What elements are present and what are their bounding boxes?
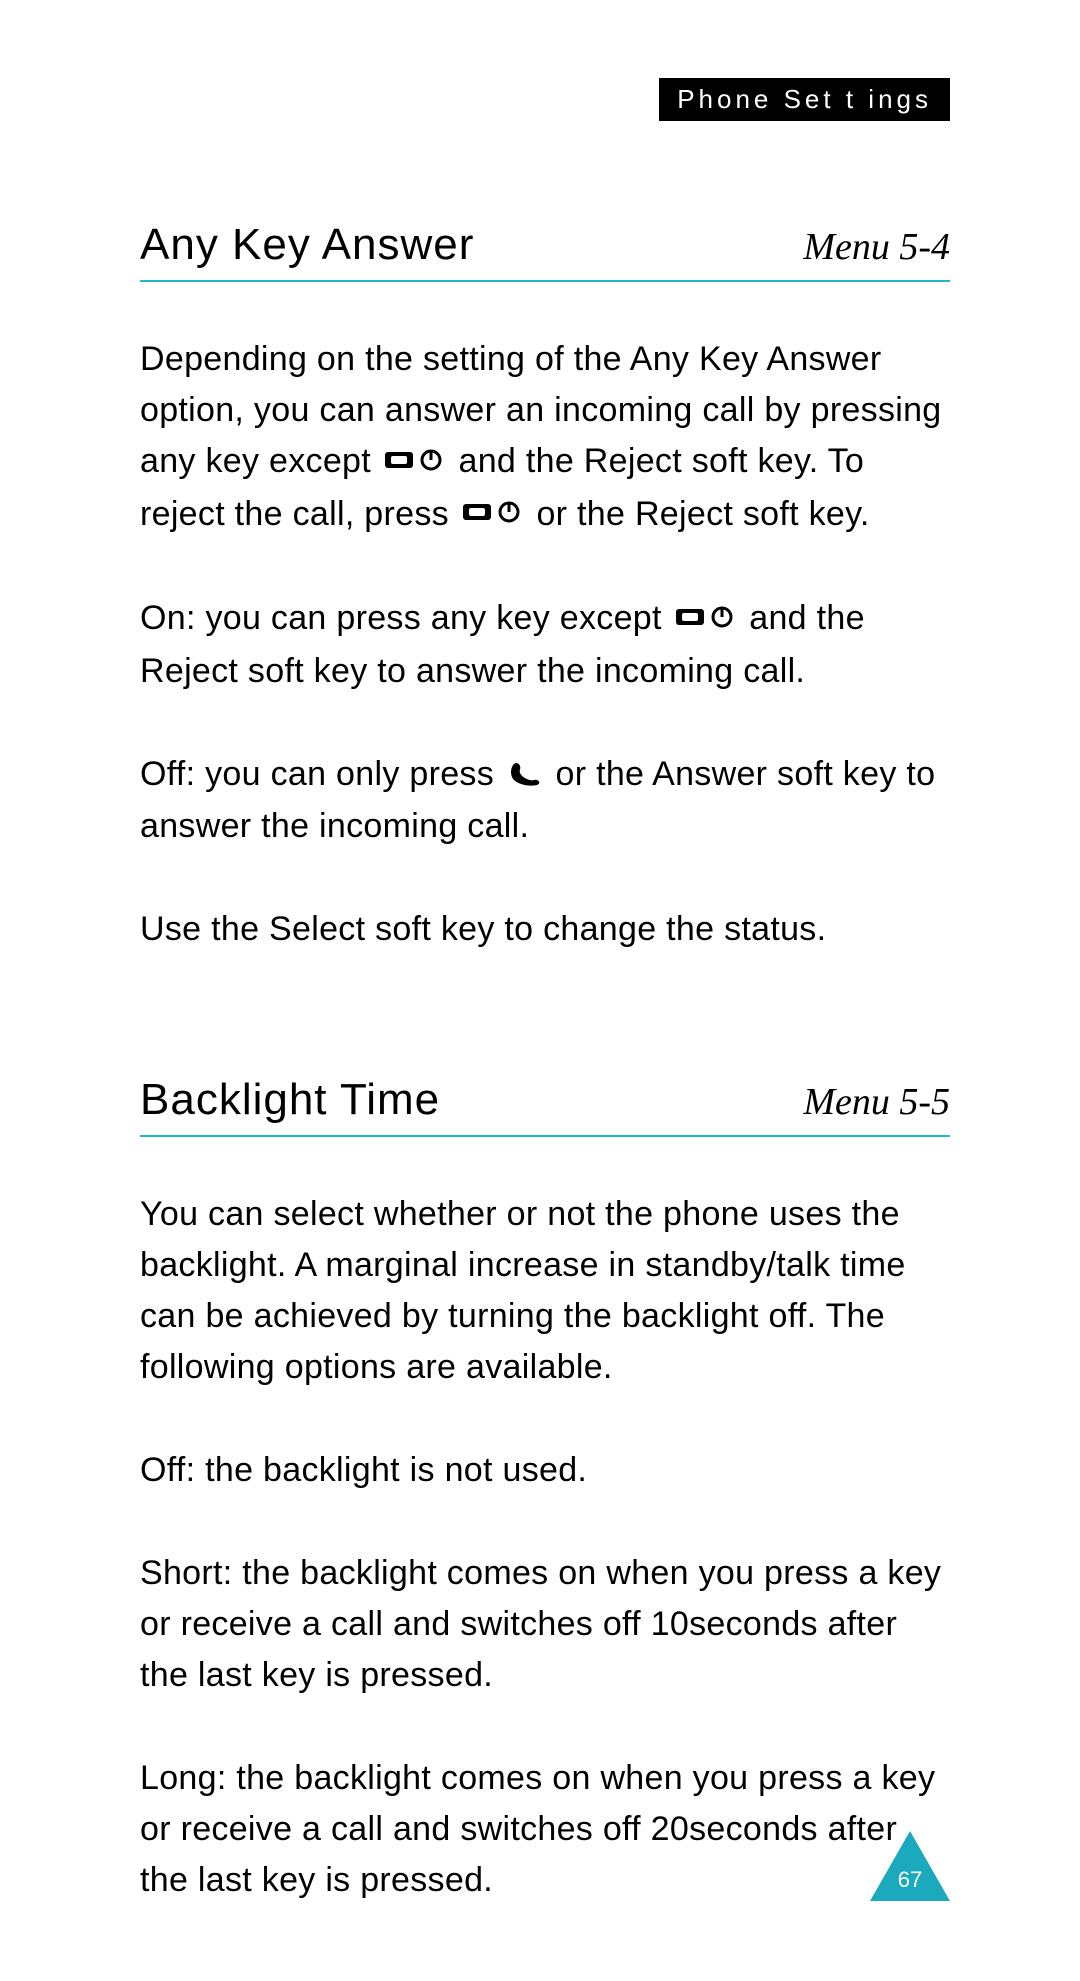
- paragraph: Use the Select soft key to change the st…: [140, 904, 950, 955]
- end-power-key-icon: [463, 490, 523, 541]
- term-answer: Answer: [652, 755, 767, 793]
- section-title: Any Key Answer: [140, 220, 474, 270]
- chapter-tag: Phone Set t ings: [659, 78, 950, 121]
- text: the backlight comes on when you press a …: [140, 1554, 941, 1694]
- term-on: On:: [140, 599, 196, 637]
- section-backlight-time: Backlight Time Menu 5-5 You can select w…: [140, 1075, 950, 1906]
- text: soft key.: [733, 495, 870, 533]
- term-select: Select: [269, 910, 365, 948]
- text: the backlight comes on when you press a …: [140, 1759, 935, 1899]
- term-long: Long:: [140, 1759, 227, 1797]
- text: soft key to answer the incoming call.: [238, 652, 805, 690]
- text: you can only press: [195, 755, 503, 793]
- term-reject: Reject: [584, 442, 682, 480]
- term-reject: Reject: [635, 495, 733, 533]
- menu-label: Menu 5-5: [803, 1080, 950, 1124]
- paragraph: Off: the backlight is not used.: [140, 1445, 950, 1496]
- section-header: Any Key Answer Menu 5-4: [140, 220, 950, 282]
- text: or the: [546, 755, 652, 793]
- paragraph: Depending on the setting of the Any Key …: [140, 334, 950, 541]
- text: Depending on the setting of the: [140, 340, 630, 378]
- end-power-key-icon: [676, 595, 736, 646]
- term-any-key-answer: Any Key Answer: [630, 340, 882, 378]
- paragraph: Long: the backlight comes on when you pr…: [140, 1753, 950, 1906]
- term-off: Off:: [140, 1451, 195, 1489]
- section-title: Backlight Time: [140, 1075, 440, 1125]
- text: you can press any key except: [196, 599, 672, 637]
- menu-label: Menu 5-4: [803, 225, 950, 269]
- page-number-marker: 67: [870, 1831, 950, 1901]
- text: Use the: [140, 910, 269, 948]
- term-off: Off:: [140, 755, 195, 793]
- page-number: 67: [896, 1867, 924, 1893]
- paragraph: Off: you can only press or the Answer so…: [140, 749, 950, 853]
- text: or the: [527, 495, 635, 533]
- paragraph: On: you can press any key except and the…: [140, 593, 950, 697]
- term-short: Short:: [140, 1554, 233, 1592]
- end-power-key-icon: [385, 438, 445, 489]
- paragraph: Short: the backlight comes on when you p…: [140, 1548, 950, 1701]
- answer-call-key-icon: [508, 750, 542, 801]
- term-reject: Reject: [140, 652, 238, 690]
- paragraph: You can select whether or not the phone …: [140, 1189, 950, 1393]
- text: and the: [740, 599, 865, 637]
- text: soft key to change the status.: [365, 910, 826, 948]
- text: the backlight is not used.: [195, 1451, 587, 1489]
- text: and the: [449, 442, 584, 480]
- section-any-key-answer: Any Key Answer Menu 5-4 Depending on the…: [140, 220, 950, 955]
- section-header: Backlight Time Menu 5-5: [140, 1075, 950, 1137]
